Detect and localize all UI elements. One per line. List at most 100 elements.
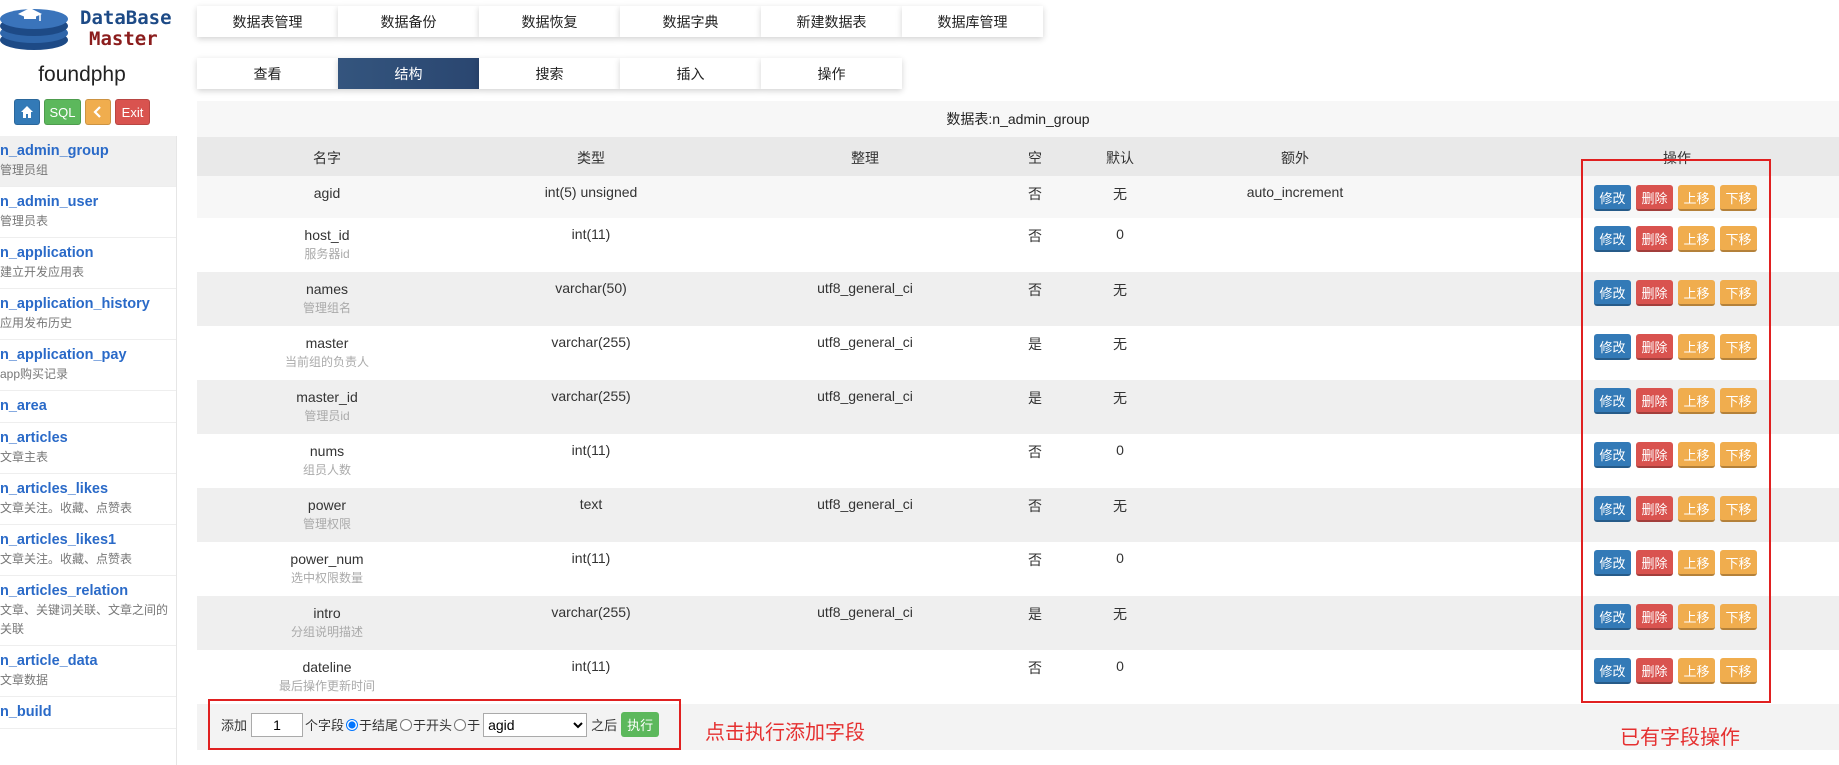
cell-null: 否 <box>1028 444 1042 460</box>
table-description: 应用发布历史 <box>0 316 73 330</box>
sql-button[interactable]: SQL <box>44 99 81 125</box>
table-name[interactable]: n_application_history <box>0 294 174 314</box>
main-nav-tab-3[interactable]: 数据字典 <box>620 6 761 37</box>
main-nav-tab-1[interactable]: 数据备份 <box>338 6 479 37</box>
header-extra: 额外 <box>1281 150 1309 166</box>
sub-nav-tab-0[interactable]: 查看 <box>197 58 338 89</box>
cell-default: 无 <box>1113 390 1127 406</box>
home-icon <box>21 106 33 118</box>
cell-name: host_id 服务器id <box>197 226 457 263</box>
table-list-item[interactable]: n_build <box>0 697 176 729</box>
cell-type: varchar(255) <box>551 388 631 404</box>
cell-name: master_id 管理员id <box>197 388 457 425</box>
site-name: foundphp <box>38 63 126 86</box>
cell-collation: utf8_general_ci <box>817 280 913 296</box>
table-list-item[interactable]: n_application_pay app购买记录 <box>0 340 176 391</box>
table-name[interactable]: n_article_data <box>0 651 174 671</box>
table-list-item[interactable]: n_admin_user 管理员表 <box>0 187 176 238</box>
table-list-item[interactable]: n_articles 文章主表 <box>0 423 176 474</box>
cell-name: dateline 最后操作更新时间 <box>197 658 457 695</box>
back-button[interactable] <box>85 99 111 125</box>
field-name: nums <box>309 443 345 459</box>
table-list-item[interactable]: n_application_history 应用发布历史 <box>0 289 176 340</box>
field-name: master <box>305 335 349 351</box>
cell-default: 无 <box>1113 186 1127 202</box>
field-comment: 服务器id <box>304 247 350 261</box>
header-default: 默认 <box>1106 150 1134 166</box>
header-type: 类型 <box>577 150 605 166</box>
cell-default: 无 <box>1113 498 1127 514</box>
table-description: 建立开发应用表 <box>0 265 85 279</box>
sub-nav-tab-2[interactable]: 搜索 <box>479 58 620 89</box>
cell-null: 否 <box>1028 186 1042 202</box>
table-list-item[interactable]: n_area <box>0 391 176 423</box>
field-comment: 组员人数 <box>302 463 351 477</box>
sub-nav: 查看 结构 搜索 插入 操作 <box>197 58 902 89</box>
exit-button[interactable]: Exit <box>115 99 150 125</box>
cell-collation: utf8_general_ci <box>817 388 913 404</box>
cell-name: power 管理权限 <box>197 496 457 533</box>
cell-type: varchar(255) <box>551 604 631 620</box>
cell-default: 无 <box>1113 336 1127 352</box>
logo-text-line1: DataBase <box>80 7 172 29</box>
main-nav-tab-0[interactable]: 数据表管理 <box>197 6 338 37</box>
cell-null: 否 <box>1028 498 1042 514</box>
chevron-left-icon <box>93 106 101 118</box>
table-name[interactable]: n_area <box>0 396 174 416</box>
table-list-item[interactable]: n_admin_group 管理员组 <box>0 136 176 187</box>
table-description: 文章数据 <box>0 673 49 687</box>
table-list-item[interactable]: n_articles_relation 文章、关键词关联、文章之间的关联 <box>0 576 176 646</box>
table-list-item[interactable]: n_application 建立开发应用表 <box>0 238 176 289</box>
table-name[interactable]: n_admin_user <box>0 192 174 212</box>
field-name: master_id <box>296 389 358 405</box>
cell-extra: auto_increment <box>1246 184 1344 200</box>
main-nav-tab-4[interactable]: 新建数据表 <box>761 6 902 37</box>
sub-nav-tab-1[interactable]: 结构 <box>338 58 479 89</box>
table-name[interactable]: n_application_pay <box>0 345 174 365</box>
cell-name: agid <box>197 184 457 203</box>
cell-default: 无 <box>1113 606 1127 622</box>
cell-null: 否 <box>1028 660 1042 676</box>
header-collation: 整理 <box>851 150 879 166</box>
cell-default: 0 <box>1116 226 1124 242</box>
table-name[interactable]: n_admin_group <box>0 141 174 161</box>
logo[interactable]: DataBase Master <box>0 0 177 62</box>
main-nav-tab-2[interactable]: 数据恢复 <box>479 6 620 37</box>
header-name: 名字 <box>313 150 341 166</box>
cell-name: power_num 选中权限数量 <box>197 550 457 587</box>
cell-type: int(11) <box>571 658 611 674</box>
field-comment: 最后操作更新时间 <box>278 679 375 693</box>
table-name[interactable]: n_articles_likes1 <box>0 530 174 550</box>
field-name: host_id <box>304 227 350 243</box>
logo-text-line2: Master <box>89 28 158 50</box>
cell-collation: utf8_general_ci <box>817 604 913 620</box>
home-button[interactable] <box>14 99 40 125</box>
table-name[interactable]: n_articles_relation <box>0 581 174 601</box>
table-description: 文章关注。收藏、点赞表 <box>0 501 133 515</box>
table-list-item[interactable]: n_articles_likes1 文章关注。收藏、点赞表 <box>0 525 176 576</box>
cell-type: varchar(255) <box>551 334 631 350</box>
table-name[interactable]: n_build <box>0 702 174 722</box>
cell-name: names 管理组名 <box>197 280 457 317</box>
cell-default: 0 <box>1116 658 1124 674</box>
sub-nav-tab-3[interactable]: 插入 <box>620 58 761 89</box>
quick-buttons: SQL Exit <box>14 99 150 125</box>
cell-name: master 当前组的负责人 <box>197 334 457 371</box>
table-list-item[interactable]: n_articles_likes 文章关注。收藏、点赞表 <box>0 474 176 525</box>
field-comment: 分组说明描述 <box>290 625 363 639</box>
table-list: n_admin_group 管理员组 n_admin_user 管理员表 n_appli… <box>0 136 177 765</box>
table-description: app购买记录 <box>0 367 69 381</box>
sub-nav-tab-4[interactable]: 操作 <box>761 58 902 89</box>
field-comment: 管理员id <box>304 409 350 423</box>
annotation-actions-text: 已有字段操作 <box>1620 727 1740 749</box>
sidebar: DataBase Master foundphp SQL Exit n_admi… <box>0 0 177 765</box>
cell-type: text <box>579 496 603 512</box>
main-nav-tab-5[interactable]: 数据库管理 <box>902 6 1043 37</box>
table-name[interactable]: n_articles <box>0 428 174 448</box>
table-list-item[interactable]: n_article_data 文章数据 <box>0 646 176 697</box>
table-name[interactable]: n_articles_likes <box>0 479 174 499</box>
database-logo-icon <box>0 8 68 50</box>
annotation-actions-box <box>1581 159 1771 703</box>
field-comment: 选中权限数量 <box>290 571 363 585</box>
table-name[interactable]: n_application <box>0 243 174 263</box>
